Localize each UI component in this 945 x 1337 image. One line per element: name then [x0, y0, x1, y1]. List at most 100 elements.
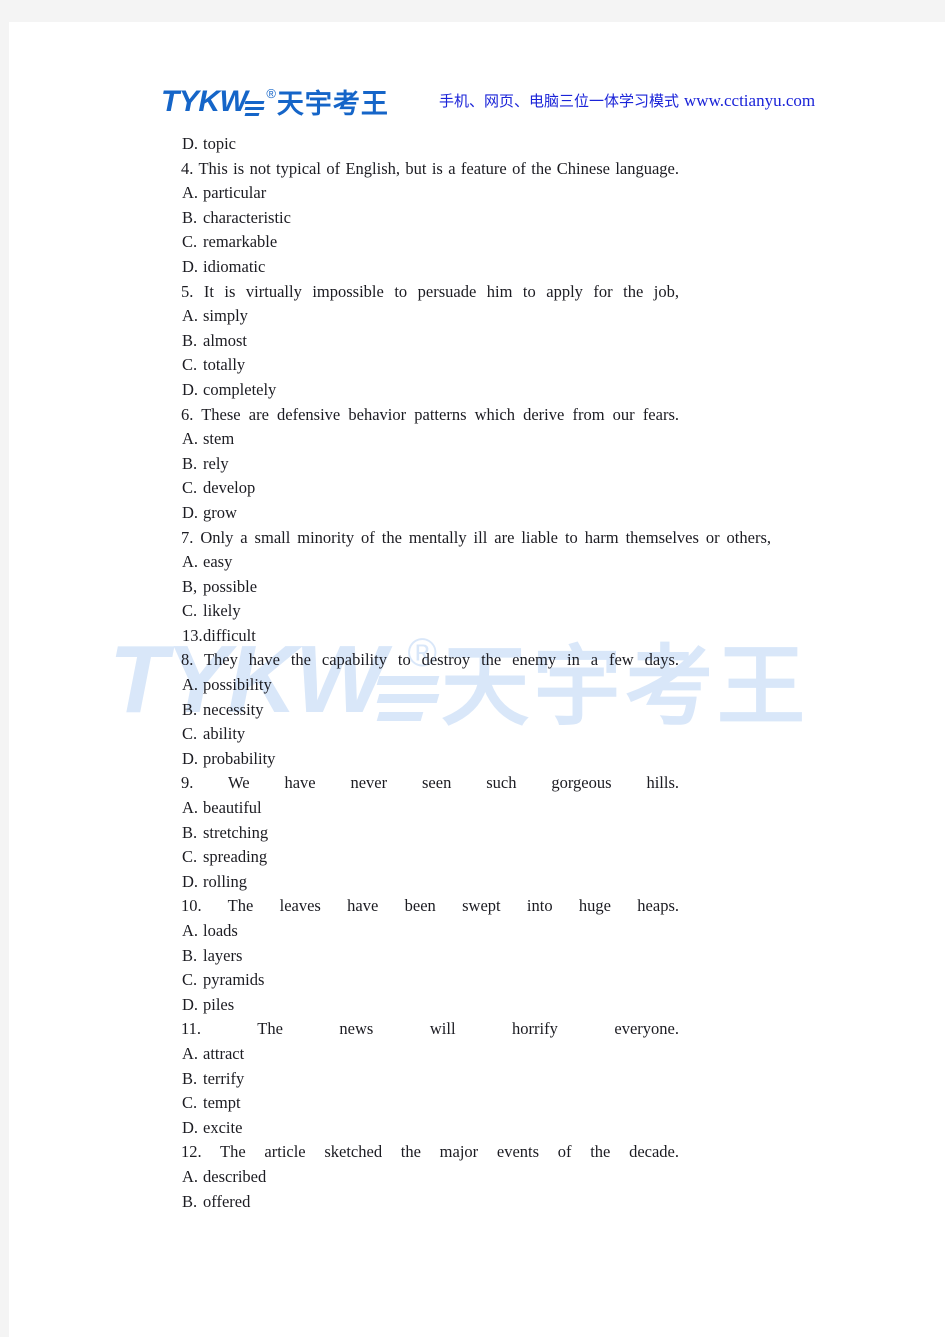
option-text: piles — [203, 994, 235, 1014]
option-line[interactable]: A. easy — [181, 550, 801, 575]
option-text: topic — [203, 134, 236, 153]
option-text: possible — [203, 576, 258, 596]
registered-trademark-icon: ® — [266, 86, 276, 101]
option-label: D. — [182, 994, 199, 1014]
question-line: 12. The article sketched the major event… — [181, 1142, 679, 1162]
option-label: D. — [182, 871, 199, 891]
option-text: possibility — [203, 675, 272, 695]
option-label: A. — [182, 306, 199, 326]
option-line[interactable]: 13.difficult — [181, 624, 801, 649]
option-line[interactable]: A. described — [181, 1165, 801, 1190]
option-label: B. — [182, 1068, 198, 1088]
page-header: TYKW ® 天宇考王 手机、网页、电脑三位一体学习模式 www.cctianyu.c… — [9, 78, 945, 126]
option-label: C. — [182, 601, 198, 621]
option-line[interactable]: A. stem — [181, 427, 801, 452]
option-line[interactable]: D. grow — [181, 501, 801, 526]
option-text: described — [203, 1166, 267, 1186]
option-label: C. — [182, 1093, 198, 1113]
option-text: loads — [203, 921, 238, 940]
option-line[interactable]: B, possible — [181, 575, 801, 600]
option-line[interactable]: A. simply — [181, 304, 801, 329]
option-line[interactable]: A. possibility — [181, 673, 801, 698]
option-label: C. — [182, 478, 198, 498]
option-text: idiomatic — [203, 256, 266, 276]
option-text: spreading — [203, 847, 268, 867]
option-line[interactable]: B. rely — [181, 452, 801, 477]
option-line[interactable]: D. completely — [181, 378, 801, 403]
option-text: ability — [203, 724, 246, 744]
option-line[interactable]: C. totally — [181, 353, 801, 378]
option-line[interactable]: A. beautiful — [181, 796, 801, 821]
option-line[interactable]: C. pyramids — [181, 968, 801, 993]
option-text: rolling — [203, 871, 247, 891]
option-line[interactable]: B. offered — [181, 1190, 801, 1215]
option-line[interactable]: D. idiomatic — [181, 255, 801, 280]
option-line[interactable]: D. excite — [181, 1116, 801, 1141]
option-line[interactable]: D. rolling — [181, 870, 801, 895]
option-text: remarkable — [203, 232, 278, 252]
option-line[interactable]: B. necessity — [181, 698, 801, 723]
document-body: D. topic 4. This is not typical of English… — [181, 132, 801, 1214]
option-line[interactable]: B. layers — [181, 944, 801, 969]
question-line: 7. Only a small minority of the mentally… — [181, 527, 771, 547]
option-text: terrify — [203, 1068, 245, 1088]
option-label: 13. — [182, 625, 203, 645]
question-line: 6. These are defensive behavior patterns… — [181, 404, 679, 424]
option-label: B. — [182, 822, 198, 842]
option-text: excite — [203, 1117, 243, 1137]
option-text: beautiful — [203, 798, 262, 818]
option-label: B, — [182, 576, 198, 596]
option-line[interactable]: C. likely — [181, 599, 801, 624]
option-text: totally — [203, 355, 246, 375]
option-label: C. — [182, 724, 198, 744]
option-line[interactable]: A. loads — [181, 919, 801, 944]
option-text: stretching — [203, 822, 269, 842]
option-label: B. — [182, 207, 198, 227]
option-label: B. — [182, 1191, 198, 1211]
option-line[interactable]: B. stretching — [181, 821, 801, 846]
question-line: 4. This is not typical of English, but i… — [181, 158, 679, 178]
website-url[interactable]: www.cctianyu.com — [684, 91, 815, 110]
option-label: A. — [182, 798, 199, 818]
option-label: D. — [182, 748, 199, 768]
option-text: layers — [203, 945, 243, 965]
option-label: C. — [182, 847, 198, 867]
option-line[interactable]: A. particular — [181, 181, 801, 206]
option-label: D. — [182, 1117, 199, 1137]
option-text: develop — [203, 478, 256, 498]
logo-latin-text: TYKW — [161, 85, 248, 118]
option-line[interactable]: B. almost — [181, 329, 801, 354]
option-line[interactable]: C. develop — [181, 476, 801, 501]
option-line[interactable]: B. terrify — [181, 1067, 801, 1092]
header-tagline: 手机、网页、电脑三位一体学习模式 www.cctianyu.com — [439, 90, 815, 111]
option-line[interactable]: C. tempt — [181, 1091, 801, 1116]
question-line: 10. The leaves have been swept into huge… — [181, 896, 679, 916]
option-text: rely — [203, 453, 229, 473]
option-text: easy — [203, 552, 233, 572]
option-label: B. — [182, 330, 198, 350]
option-line[interactable]: B. characteristic — [181, 206, 801, 231]
option-line[interactable]: A. attract — [181, 1042, 801, 1067]
question-line: 8. They have the capability to destroy t… — [181, 650, 679, 670]
option-label: A. — [182, 183, 199, 203]
tagline-chinese-text: 手机、网页、电脑三位一体学习模式 — [439, 92, 680, 110]
question-line: 9. We have never seen such gorgeous hill… — [181, 773, 679, 793]
option-text: attract — [203, 1043, 245, 1063]
option-line[interactable]: C. spreading — [181, 845, 801, 870]
option-line[interactable]: D. probability — [181, 747, 801, 772]
option-text: necessity — [203, 699, 264, 719]
logo-chinese-text: 天宇考王 — [276, 89, 389, 120]
option-line[interactable]: D. topic — [181, 132, 801, 157]
option-label: B. — [182, 453, 198, 473]
option-label: B. — [182, 945, 198, 965]
option-text: likely — [203, 601, 241, 621]
option-label: A. — [182, 552, 199, 572]
logo-bars-icon — [244, 93, 265, 117]
option-label: D. — [182, 379, 199, 399]
option-line[interactable]: C. remarkable — [181, 230, 801, 255]
option-label: D. — [182, 256, 199, 276]
option-line[interactable]: C. ability — [181, 722, 801, 747]
option-label: A. — [182, 429, 199, 449]
option-label: B. — [182, 699, 198, 719]
option-line[interactable]: D. piles — [181, 993, 801, 1018]
